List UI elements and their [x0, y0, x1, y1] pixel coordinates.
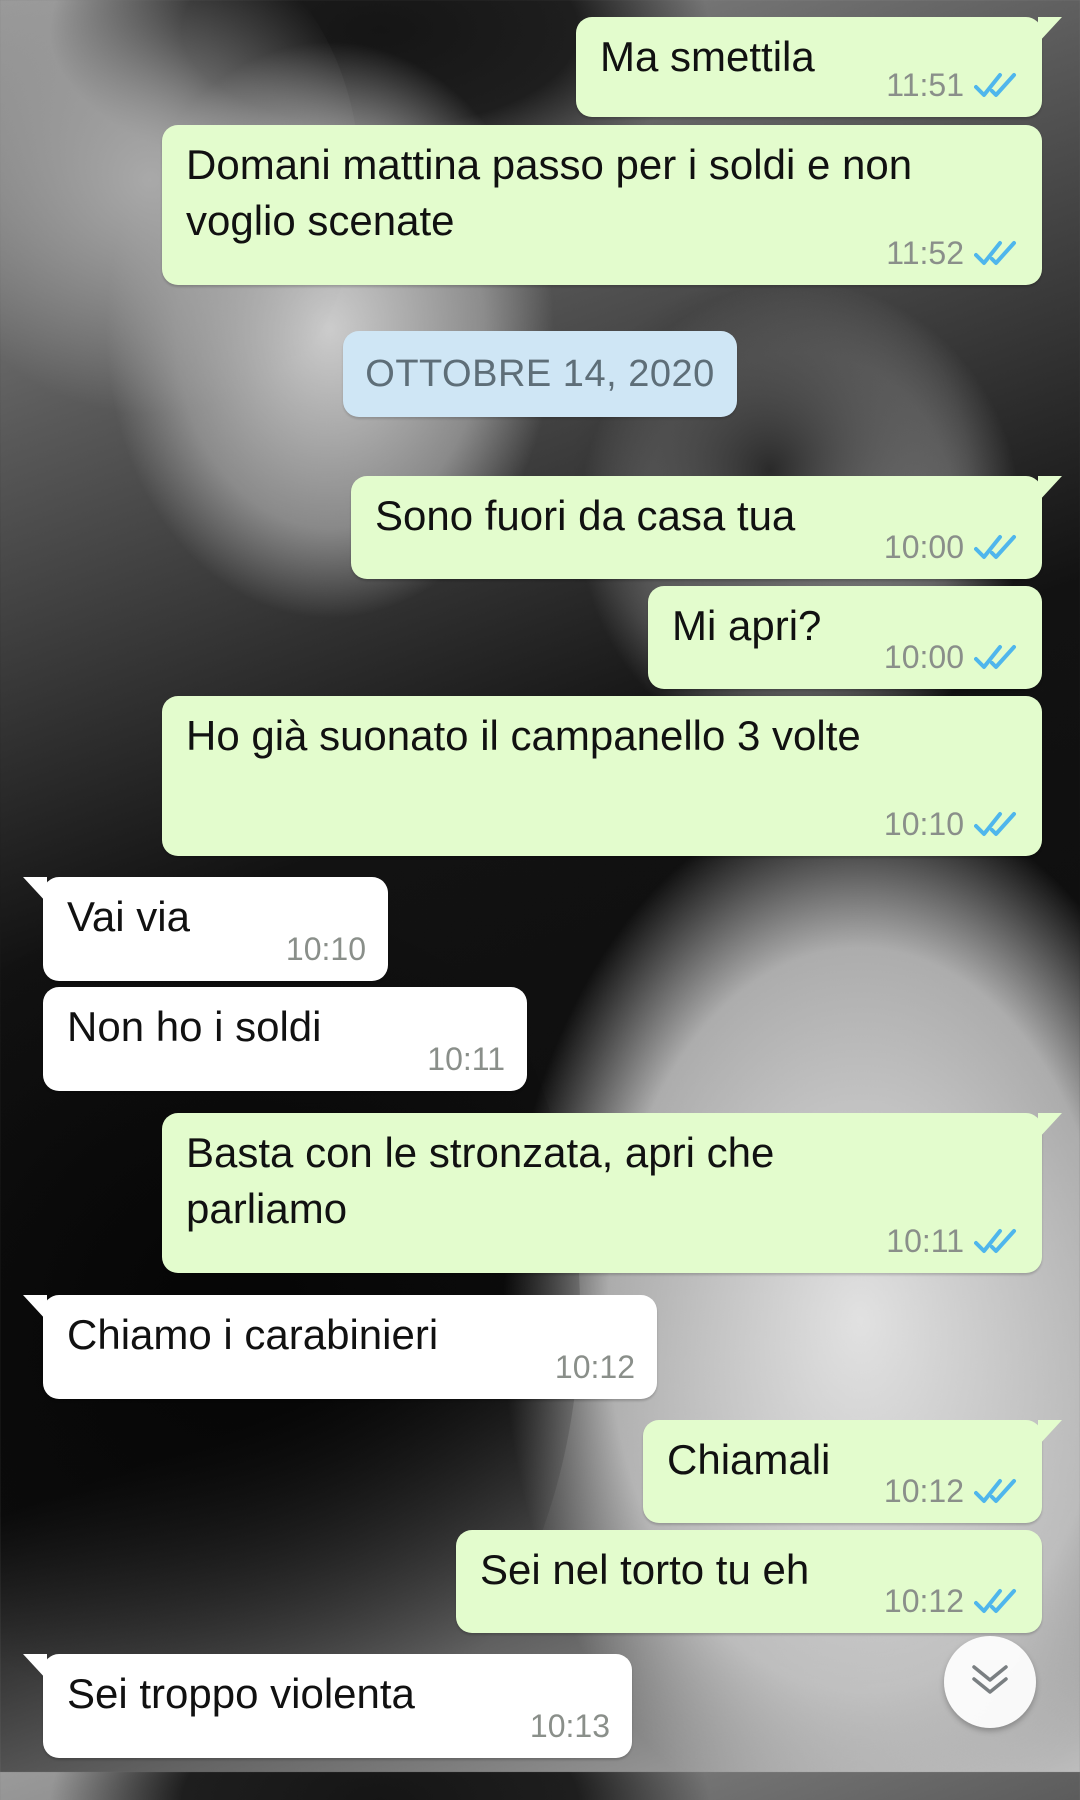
message-text: Ho già suonato il campanello 3 volte	[186, 712, 861, 759]
double-check-icon	[974, 71, 1020, 99]
message-time: 10:12	[554, 1349, 635, 1385]
incoming-message[interactable]: Sei troppo violenta 10:13	[23, 1654, 632, 1758]
message-time: 10:00	[883, 639, 964, 675]
outgoing-message[interactable]: Ma smettila 11:51	[576, 17, 1062, 117]
scroll-to-bottom-button[interactable]	[944, 1636, 1036, 1728]
outgoing-message[interactable]: Domani mattina passo per i soldi e non v…	[162, 125, 1042, 285]
double-check-icon	[974, 810, 1020, 838]
message-time: 10:12	[883, 1583, 964, 1619]
double-check-icon	[974, 1587, 1020, 1615]
message-time: 11:52	[886, 235, 964, 271]
outgoing-message[interactable]: Chiamali 10:12	[643, 1420, 1062, 1523]
message-time: 10:10	[883, 806, 964, 842]
message-time: 10:12	[883, 1473, 964, 1509]
message-time: 11:51	[886, 67, 964, 103]
message-time: 10:11	[886, 1223, 964, 1259]
message-time: 10:11	[427, 1041, 505, 1077]
chat-thread[interactable]: Ma smettila 11:51 Domani mattina passo p…	[0, 0, 1080, 1772]
date-separator: OTTOBRE 14, 2020	[343, 331, 737, 417]
incoming-message[interactable]: Vai via 10:10	[23, 877, 388, 981]
incoming-message[interactable]: Chiamo i carabinieri 10:12	[23, 1295, 657, 1399]
outgoing-message[interactable]: Ho già suonato il campanello 3 volte 10:…	[162, 696, 1042, 856]
message-text: Chiamo i carabinieri	[67, 1311, 439, 1358]
message-time: 10:13	[529, 1708, 610, 1744]
outgoing-message[interactable]: Sono fuori da casa tua 10:00	[351, 476, 1062, 579]
double-check-icon	[974, 533, 1020, 561]
message-text: Domani mattina passo per i soldi e non v…	[186, 141, 924, 244]
chevron-double-down-icon	[970, 1663, 1010, 1702]
outgoing-message[interactable]: Basta con le stronzata, apri che parliam…	[162, 1113, 1062, 1273]
message-text: Basta con le stronzata, apri che parliam…	[186, 1129, 786, 1232]
double-check-icon	[974, 239, 1020, 267]
incoming-message[interactable]: Non ho i soldi 10:11	[43, 987, 527, 1091]
double-check-icon	[974, 1227, 1020, 1255]
double-check-icon	[974, 643, 1020, 671]
message-time: 10:10	[285, 931, 366, 967]
double-check-icon	[974, 1477, 1020, 1505]
outgoing-message[interactable]: Mi apri? 10:00	[648, 586, 1042, 689]
outgoing-message[interactable]: Sei nel torto tu eh 10:12	[456, 1530, 1042, 1633]
message-time: 10:00	[883, 529, 964, 565]
